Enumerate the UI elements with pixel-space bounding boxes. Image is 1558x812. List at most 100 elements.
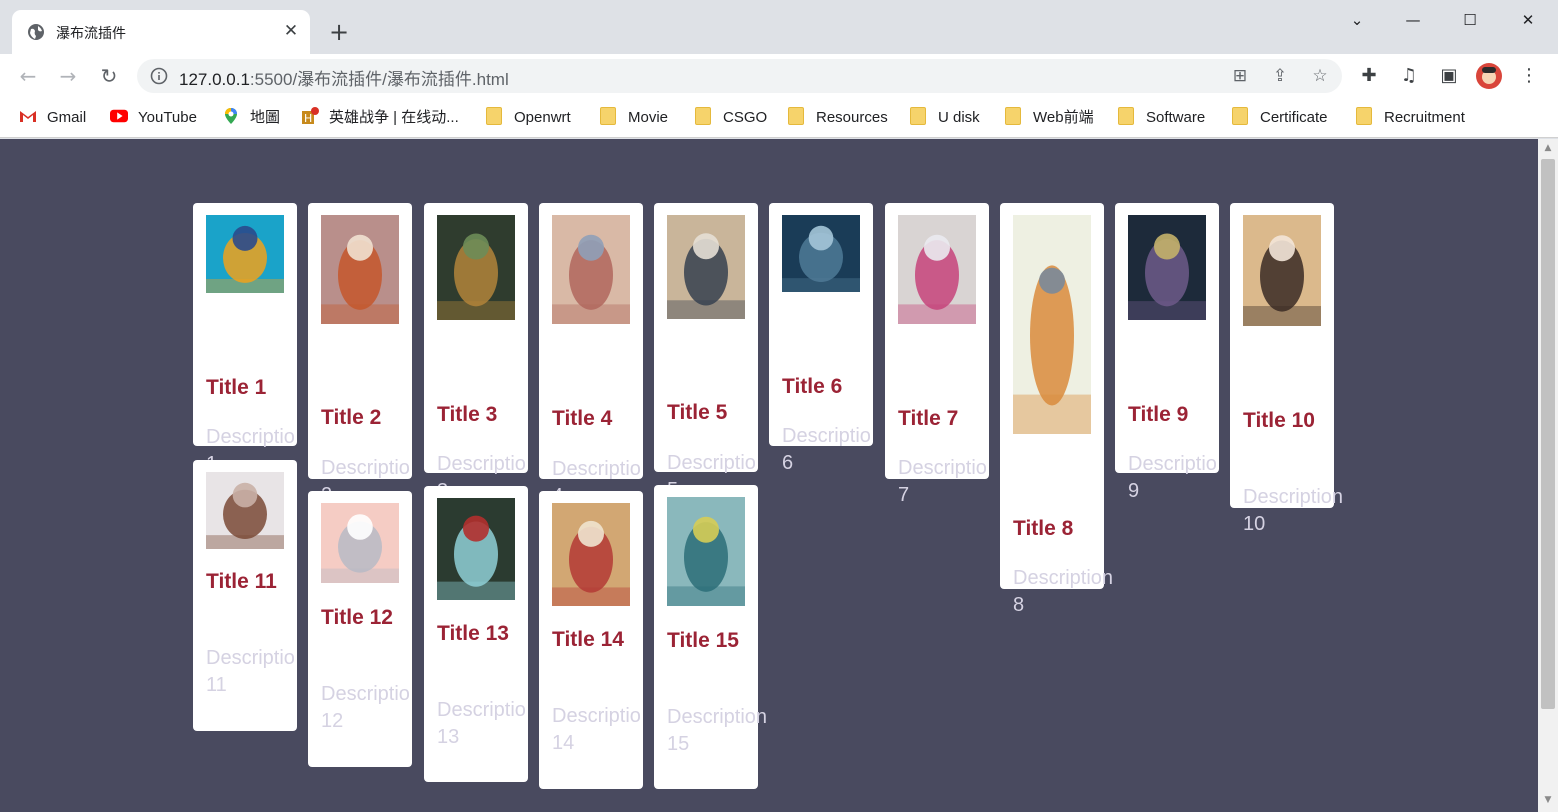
card-image: [552, 503, 630, 606]
extensions-icon[interactable]: ✚: [1355, 62, 1383, 90]
bookmark-label: Web前端: [1033, 109, 1094, 126]
card-description-line: 9: [1128, 480, 1140, 502]
bookmark-gmail[interactable]: Gmail: [19, 107, 86, 129]
translate-icon[interactable]: ⊞: [1229, 65, 1251, 87]
close-tab-icon[interactable]: ✕: [280, 20, 302, 42]
card-description-line: 7: [898, 484, 910, 506]
card-image: [206, 215, 284, 293]
waterfall-card[interactable]: Title 13 Descriptio 13: [424, 486, 528, 782]
waterfall-card[interactable]: Title 11 Descriptio 11: [193, 460, 297, 731]
waterfall-card[interactable]: Title 3Descriptio3: [424, 203, 528, 502]
card-description-line: Descriptio: [1128, 453, 1217, 475]
bookmark-folder-software[interactable]: Software: [1118, 107, 1205, 129]
maximize-icon[interactable]: ☐: [1455, 8, 1485, 32]
bookmark-label: YouTube: [138, 109, 197, 126]
card-description-line: Description: [1243, 486, 1344, 508]
card-description-line: Descriptio: [437, 453, 526, 475]
waterfall-card[interactable]: Title 7 Descriptio 7: [885, 203, 989, 506]
scroll-down-arrow-icon[interactable]: ▼: [1538, 795, 1558, 809]
waterfall-card[interactable]: Title 5Descriptio5: [654, 203, 758, 501]
waterfall-card[interactable]: Title 2Descriptio2: [308, 203, 412, 506]
bookmark-label: Resources: [816, 109, 888, 126]
bookmark-folder-recruitment[interactable]: Recruitment: [1356, 107, 1465, 129]
reload-icon[interactable]: ↻: [95, 62, 123, 90]
url-text: 127.0.0.1:5500/瀑布流插件/瀑布流插件.html: [179, 70, 509, 89]
card-title: Title 7: [898, 407, 959, 430]
card-description-line: Descriptio: [437, 699, 526, 721]
waterfall-card[interactable]: Title 15 Description 15: [654, 485, 768, 789]
bookmark-label: U disk: [938, 109, 980, 126]
card-description: Descriptio 12: [321, 681, 410, 735]
card-image: [437, 498, 515, 600]
bookmark-folder-csgo[interactable]: CSGO: [695, 107, 767, 129]
card-description-line: Descriptio: [552, 705, 641, 727]
card-image: [1243, 215, 1321, 326]
waterfall-card[interactable]: Title 10 Description 10: [1230, 203, 1344, 535]
bookmark-folder-movie[interactable]: Movie: [600, 107, 668, 129]
card-title: Title 10: [1243, 409, 1315, 432]
side-panel-icon[interactable]: ▣: [1435, 62, 1463, 90]
info-icon[interactable]: [150, 67, 168, 85]
card-title: Title 1: [206, 376, 267, 399]
bookmark-maps[interactable]: 地圖: [222, 107, 280, 129]
bookmark-label: 英雄战争 | 在线动...: [329, 109, 459, 126]
card-description-line: Descriptio: [206, 647, 295, 669]
address-bar[interactable]: 127.0.0.1:5500/瀑布流插件/瀑布流插件.html ⊞ ⇪ ☆: [137, 59, 1342, 93]
card-description: Descriptio 7: [898, 455, 987, 509]
folder-icon: [695, 107, 711, 125]
card-image: [321, 503, 399, 583]
bookmark-folder-web[interactable]: Web前端: [1005, 107, 1094, 129]
card-description-line: Descriptio: [898, 457, 987, 479]
waterfall-card[interactable]: Title 14 Descriptio 14: [539, 491, 643, 789]
share-icon[interactable]: ⇪: [1269, 65, 1291, 87]
close-window-icon[interactable]: ✕: [1513, 8, 1543, 32]
bookmark-folder-openwrt[interactable]: Openwrt: [486, 107, 571, 129]
bookmark-label: CSGO: [723, 109, 768, 126]
waterfall-card[interactable]: Title 4Descriptio4: [539, 203, 643, 507]
back-icon[interactable]: ←: [14, 62, 42, 90]
avatar[interactable]: [1475, 62, 1503, 90]
bookmark-folder-resources[interactable]: Resources: [788, 107, 888, 129]
menu-kebab-icon[interactable]: ⋮: [1515, 62, 1543, 90]
forward-icon[interactable]: →: [54, 62, 82, 90]
card-description-line: 10: [1243, 513, 1266, 535]
tab-search-icon[interactable]: ⌄: [1342, 8, 1372, 32]
bookmark-label: 地圖: [250, 109, 281, 126]
card-description-line: Descriptio: [667, 452, 756, 474]
card-image: [437, 215, 515, 320]
bookmark-label: Software: [1146, 109, 1206, 126]
waterfall-card[interactable]: Title 1Descriptio1: [193, 203, 297, 475]
waterfall-card[interactable]: Title 9 Descriptio 9: [1115, 203, 1219, 502]
card-description-line: Description: [667, 706, 768, 728]
bookmark-hero-war[interactable]: H 英雄战争 | 在线动...: [301, 107, 459, 129]
folder-icon: [1005, 107, 1021, 125]
minimize-icon[interactable]: —: [1398, 8, 1428, 32]
card-title: Title 5: [667, 401, 728, 424]
bookmark-folder-udisk[interactable]: U disk: [910, 107, 980, 129]
card-image: [1013, 215, 1091, 434]
waterfall-card[interactable]: Title 12 Descriptio 12: [308, 491, 412, 767]
bookmark-youtube[interactable]: YouTube: [110, 107, 197, 129]
card-description-line: Description: [1013, 567, 1114, 589]
bookmark-folder-certificate[interactable]: Certificate: [1232, 107, 1328, 129]
card-description-line: Descriptio: [321, 457, 410, 479]
scroll-thumb[interactable]: [1541, 159, 1555, 709]
waterfall-card[interactable]: Title 6 Descriptio 6: [769, 203, 873, 474]
new-tab-button[interactable]: +: [326, 19, 352, 45]
tab-active[interactable]: 瀑布流插件 ✕: [12, 10, 310, 54]
bookmark-star-icon[interactable]: ☆: [1309, 65, 1331, 87]
card-description-line: 11: [206, 674, 227, 696]
waterfall-card[interactable]: Title 8 Description 8: [1000, 203, 1114, 616]
card-description-line: 12: [321, 710, 344, 732]
bookmark-label: Movie: [628, 109, 669, 126]
card-title: Title 8: [1013, 517, 1074, 540]
card-title: Title 4: [552, 407, 613, 430]
browser-window: 瀑布流插件 ✕ + ⌄ — ☐ ✕ ← → ↻ 127.0.0.1:5500/瀑…: [0, 0, 1558, 812]
page-viewport: Title 1Descriptio1Title 2Descriptio2Titl…: [0, 139, 1538, 812]
scroll-up-arrow-icon[interactable]: ▲: [1538, 143, 1558, 157]
svg-text:H: H: [304, 112, 312, 125]
bookmark-label: Recruitment: [1384, 109, 1465, 126]
media-icon[interactable]: ♫: [1395, 62, 1423, 90]
vertical-scrollbar[interactable]: ▲ ▼: [1538, 139, 1558, 812]
card-image: [667, 497, 745, 606]
